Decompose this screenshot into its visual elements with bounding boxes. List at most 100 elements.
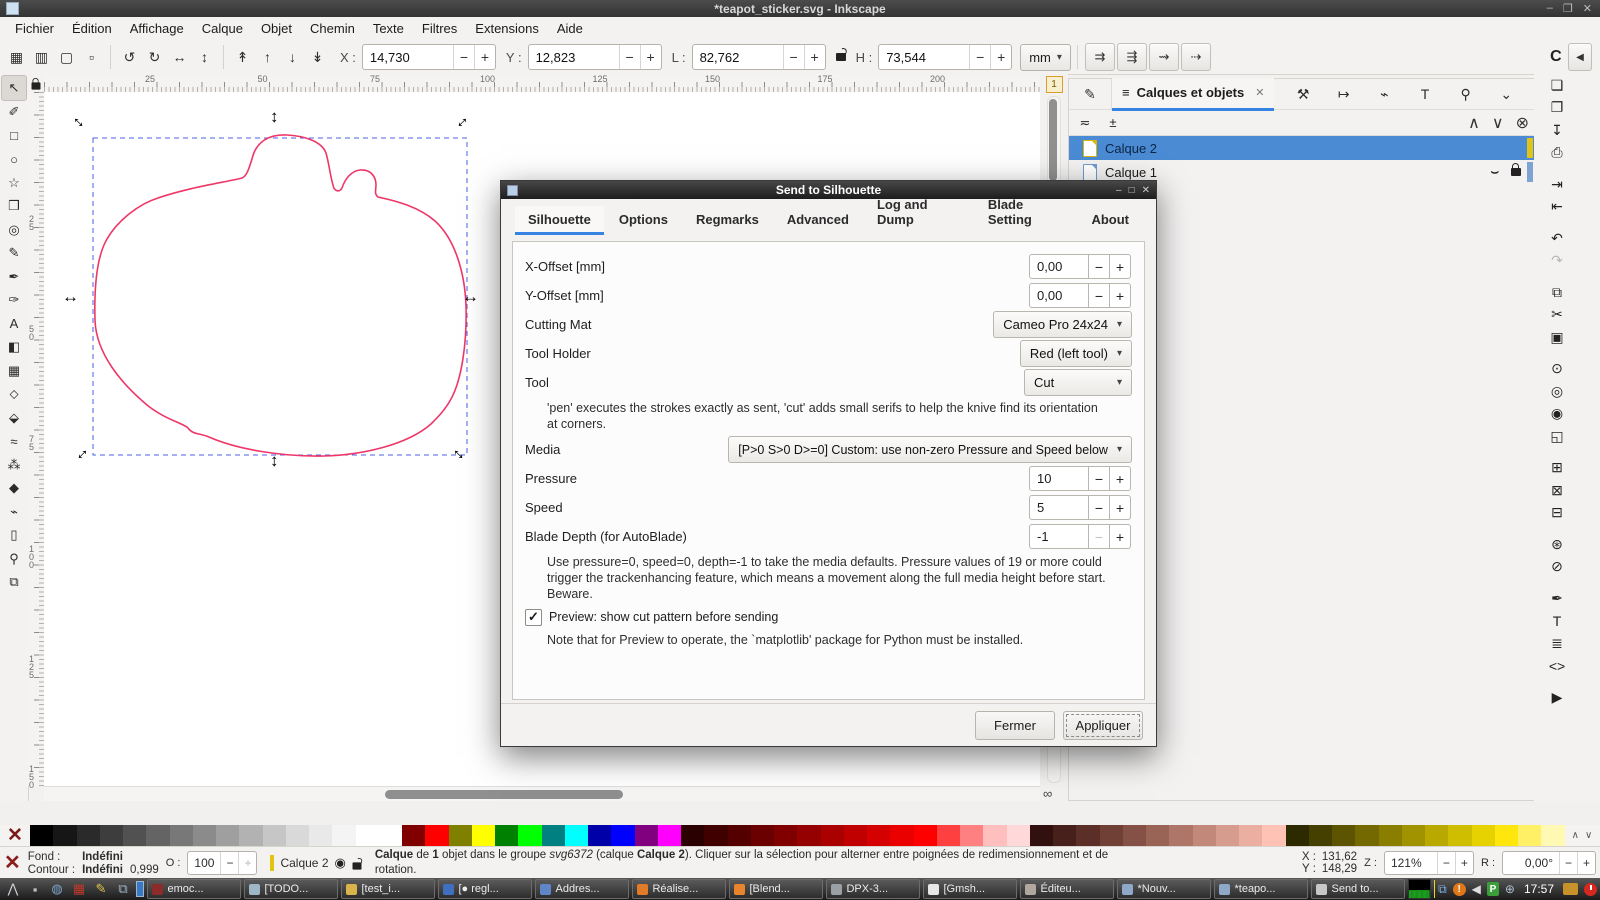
vertical-ruler[interactable]: 255075100125150 <box>28 92 45 786</box>
palette-swatch-47[interactable] <box>1123 825 1146 846</box>
dropper-tool[interactable]: ⬦ <box>2 383 26 407</box>
ungroup-icon[interactable]: ⊘ <box>1544 556 1570 579</box>
close-tab-icon[interactable]: ✕ <box>1255 86 1264 99</box>
lock-ratio-icon[interactable] <box>836 53 846 61</box>
palette-swatch-10[interactable] <box>263 825 286 846</box>
fill-stroke-dialog-icon[interactable]: ✒ <box>1544 587 1570 610</box>
minimize-icon[interactable]: – <box>1116 185 1122 196</box>
palette-swatch-37[interactable] <box>890 825 913 846</box>
palette-swatch-20[interactable] <box>495 825 518 846</box>
lock-screen-icon[interactable] <box>1563 883 1578 895</box>
scale-handle-w[interactable]: ↔ <box>62 288 79 305</box>
menu-e-dition[interactable]: Édition <box>63 18 121 39</box>
trace-bitmap-icon[interactable]: ⚒ <box>1291 86 1315 103</box>
network-tray-icon[interactable]: ⊕ <box>1505 882 1515 896</box>
palette-swatch-2[interactable] <box>77 825 100 846</box>
palette-swatch-30[interactable] <box>728 825 751 846</box>
minus-icon[interactable]: − <box>1559 852 1577 874</box>
task-re-alise[interactable]: Réalise... <box>632 879 726 899</box>
collapse-toolbar-icon[interactable]: ◀ <box>1568 43 1592 71</box>
task-dpx-3[interactable]: DPX-3... <box>826 879 920 899</box>
menu-calque[interactable]: Calque <box>193 18 252 39</box>
pencil-tool[interactable]: ✎ <box>2 242 26 266</box>
zoom-input[interactable]: 121% −+ <box>1384 851 1474 875</box>
xml-editor-icon[interactable]: <> <box>1544 655 1570 678</box>
palette-swatch-16[interactable] <box>402 825 425 846</box>
height-input[interactable]: 73,544 −+ <box>878 44 1012 70</box>
clipboard-tray-icon[interactable]: P <box>1487 882 1499 896</box>
apply-button[interactable]: Appliquer <box>1063 711 1143 740</box>
tool-holder-dropdown[interactable]: Red (left tool) <box>1020 340 1132 367</box>
find-replace-icon[interactable]: ⚲ <box>1454 86 1478 103</box>
menu-fichier[interactable]: Fichier <box>6 18 63 39</box>
plus-icon[interactable]: + <box>640 45 661 69</box>
palette-swatch-46[interactable] <box>1100 825 1123 846</box>
display-tray-icon[interactable]: ⧉ <box>1438 882 1447 897</box>
warning-tray-icon[interactable]: ! <box>1453 883 1466 896</box>
launcher-grid[interactable]: ▦ <box>69 880 89 898</box>
launcher-copy[interactable]: ⧉ <box>113 880 133 898</box>
scale-handle-n[interactable]: ↕ <box>270 108 279 125</box>
maximize-icon[interactable]: □ <box>1129 185 1135 196</box>
duplicate-icon[interactable]: ⊞ <box>1544 457 1570 480</box>
palette-swatch-25[interactable] <box>611 825 634 846</box>
palette-swatch-11[interactable] <box>286 825 309 846</box>
minus-icon[interactable]: − <box>220 852 238 874</box>
palette-swatch-18[interactable] <box>449 825 472 846</box>
plus-icon[interactable]: + <box>1110 254 1131 279</box>
scale-handle-e[interactable]: ↔ <box>462 288 479 305</box>
print-document-icon[interactable]: ⎙ <box>1544 142 1570 165</box>
palette-swatch-26[interactable] <box>635 825 658 846</box>
export-document-icon[interactable]: ⇤ <box>1544 196 1570 219</box>
palette-swatch-1[interactable] <box>53 825 76 846</box>
palette-swatch-7[interactable] <box>193 825 216 846</box>
flip-horizontal-icon[interactable]: ↔ <box>167 45 192 70</box>
layer-row-calque-2[interactable]: Calque 2 <box>1069 136 1535 160</box>
ellipse-tool[interactable]: ○ <box>2 148 26 172</box>
ruler-corner[interactable] <box>28 74 44 92</box>
scrollbar-thumb[interactable] <box>1049 99 1057 181</box>
raise-icon[interactable]: ↑ <box>255 45 280 70</box>
palette-swatch-34[interactable] <box>821 825 844 846</box>
minus-icon[interactable]: − <box>1089 466 1110 491</box>
layers-dialog-icon[interactable]: ≣ <box>1544 632 1570 655</box>
zoom-selection-icon[interactable]: ⊙ <box>1544 358 1570 381</box>
eraser-tool[interactable]: ◆ <box>2 477 26 501</box>
palette-swatch-6[interactable] <box>170 825 193 846</box>
export-dialog-icon[interactable]: ↦ <box>1332 86 1356 103</box>
blend-mode-icon[interactable]: ≂ <box>1075 115 1095 131</box>
palette-swatch-12[interactable] <box>309 825 332 846</box>
palette-swatch-15[interactable] <box>379 825 402 846</box>
x-offset-input[interactable]: 0,00 −+ <box>1029 254 1131 279</box>
plus-icon[interactable]: + <box>1110 495 1131 520</box>
task-send-to[interactable]: Send to... <box>1311 879 1405 899</box>
speed-input[interactable]: 5 −+ <box>1029 495 1131 520</box>
task-test-i[interactable]: [test_i... <box>341 879 435 899</box>
palette-swatch-61[interactable] <box>1448 825 1471 846</box>
palette-swatch-54[interactable] <box>1286 825 1309 846</box>
scale-corners-toggle[interactable]: ⇶ <box>1117 43 1147 71</box>
palette-swatch-48[interactable] <box>1146 825 1169 846</box>
task-todo[interactable]: [TODO... <box>244 879 338 899</box>
tab-options[interactable]: Options <box>606 206 681 235</box>
no-paint-icon[interactable]: ✕ <box>4 853 21 873</box>
tab-layers-objects[interactable]: ≡ Calques et objets ✕ <box>1112 78 1274 111</box>
palette-swatch-45[interactable] <box>1076 825 1099 846</box>
new-document-icon[interactable]: ❏ <box>1544 74 1570 97</box>
group-icon[interactable]: ⊛ <box>1544 533 1570 556</box>
page-badge[interactable]: 1 <box>1046 76 1063 93</box>
minus-icon[interactable]: − <box>1089 495 1110 520</box>
unlink-clone-icon[interactable]: ⊟ <box>1544 502 1570 525</box>
palette-swatch-59[interactable] <box>1402 825 1425 846</box>
palette-swatch-27[interactable] <box>658 825 681 846</box>
cut-icon[interactable]: ✂ <box>1544 304 1570 327</box>
horizontal-ruler[interactable]: 255075100125150175200 <box>44 74 1040 93</box>
palette-swatch-42[interactable] <box>1007 825 1030 846</box>
palette-swatch-43[interactable] <box>1030 825 1053 846</box>
restore-icon[interactable]: ❐ <box>1563 2 1573 15</box>
plus-icon[interactable]: + <box>1110 524 1131 549</box>
palette-swatch-57[interactable] <box>1355 825 1378 846</box>
palette-swatch-41[interactable] <box>983 825 1006 846</box>
palette-swatch-65[interactable] <box>1541 825 1564 846</box>
tab-advanced[interactable]: Advanced <box>774 206 862 235</box>
